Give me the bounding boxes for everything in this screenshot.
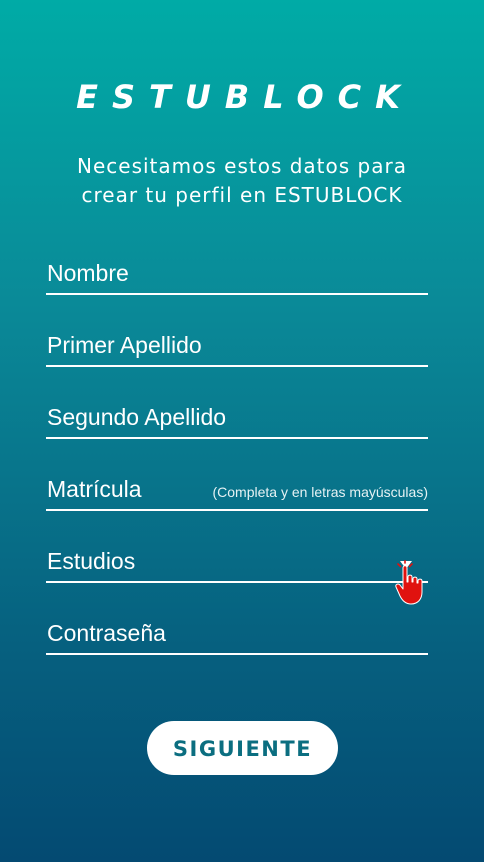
contrasena-field[interactable]: Contraseña <box>46 615 428 655</box>
nombre-field[interactable]: Nombre <box>46 255 428 295</box>
matricula-hint: (Completa y en letras mayúsculas) <box>212 484 428 500</box>
matricula-field[interactable]: Matrícula (Completa y en letras mayúscul… <box>46 471 428 511</box>
hand-pointer-icon <box>395 560 423 605</box>
primer-apellido-field[interactable]: Primer Apellido <box>46 327 428 367</box>
app-title: ESTUBLOCK <box>76 78 414 116</box>
segundo-apellido-label: Segundo Apellido <box>47 404 227 430</box>
siguiente-button[interactable]: SIGUIENTE <box>147 721 338 775</box>
subtitle: Necesitamos estos datos para crear tu pe… <box>0 152 484 210</box>
nombre-label: Nombre <box>47 260 129 286</box>
subtitle-line-2: crear tu perfil en ESTUBLOCK <box>81 183 403 207</box>
estudios-label: Estudios <box>47 548 136 574</box>
matricula-label: Matrícula <box>47 476 142 502</box>
estudios-select[interactable]: Estudios <box>46 543 428 583</box>
primer-apellido-label: Primer Apellido <box>47 332 202 358</box>
contrasena-label: Contraseña <box>47 620 166 646</box>
segundo-apellido-field[interactable]: Segundo Apellido <box>46 399 428 439</box>
subtitle-line-1: Necesitamos estos datos para <box>77 154 407 178</box>
